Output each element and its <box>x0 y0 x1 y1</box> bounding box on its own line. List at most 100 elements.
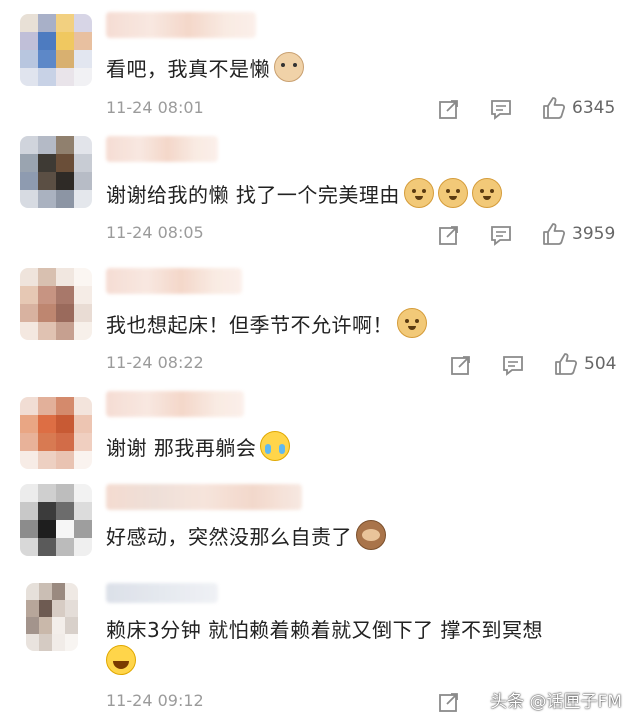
avatar-pixel <box>56 502 74 520</box>
avatar-pixel <box>74 172 92 190</box>
avatar-pixel <box>74 322 92 340</box>
share-icon[interactable] <box>438 224 460 246</box>
avatar-pixel <box>20 154 38 172</box>
avatar-pixel <box>56 538 74 556</box>
avatar[interactable] <box>20 14 92 86</box>
username-blurred[interactable] <box>106 391 244 417</box>
comment-item: 谢谢给我的懒 找了一个完美理由 11-24 08:05 3959 <box>0 130 640 260</box>
username-blurred[interactable] <box>106 583 218 603</box>
avatar-pixel <box>38 322 56 340</box>
avatar-pixel <box>74 304 92 322</box>
comment-time: 11-24 08:05 <box>106 223 204 242</box>
avatar-pixel <box>38 415 56 433</box>
comment-text: 我也想起床！但季节不允许啊！ <box>106 308 427 340</box>
avatar-pixel <box>56 32 74 50</box>
avatar-pixel <box>38 397 56 415</box>
comment-text-content: 看吧，我真不是懒 <box>106 57 270 81</box>
share-icon[interactable] <box>438 98 460 120</box>
avatar-pixel <box>56 68 74 86</box>
avatar[interactable] <box>20 484 92 556</box>
comment-text: 谢谢 那我再躺会 <box>106 431 291 463</box>
avatar-pixel <box>56 304 74 322</box>
avatar-pixel <box>74 136 92 154</box>
watermark: 头条 @话匣子FM <box>490 692 622 712</box>
comment-text: 赖床3分钟 就怕赖着赖着就又倒下了 撑不到冥想 <box>106 615 626 677</box>
comment-text: 谢谢给我的懒 找了一个完美理由 <box>106 178 502 210</box>
avatar-pixel <box>38 502 56 520</box>
avatar-pixel <box>20 433 38 451</box>
avatar-pixel <box>74 502 92 520</box>
avatar-pixel <box>56 172 74 190</box>
avatar-pixel <box>26 617 39 634</box>
avatar-pixel <box>52 600 65 617</box>
thumbs-up-icon[interactable] <box>542 222 566 246</box>
avatar[interactable] <box>26 583 78 651</box>
avatar-pixel <box>74 433 92 451</box>
comment-actions: 3959 <box>438 222 628 250</box>
dog-face-icon <box>437 178 468 208</box>
avatar-pixel <box>26 583 39 600</box>
avatar-pixel <box>56 433 74 451</box>
avatar-pixel <box>56 190 74 208</box>
avatar-pixel <box>74 286 92 304</box>
thumbs-up-icon[interactable] <box>542 96 566 120</box>
avatar-pixel <box>56 50 74 68</box>
avatar-pixel <box>74 14 92 32</box>
avatar-pixel <box>20 451 38 469</box>
comment-text-content: 谢谢 那我再躺会 <box>106 436 257 460</box>
avatar-pixel <box>56 415 74 433</box>
avatar-pixel <box>39 634 52 651</box>
avatar-pixel <box>74 451 92 469</box>
username-blurred[interactable] <box>106 484 302 510</box>
avatar-pixel <box>20 190 38 208</box>
avatar-pixel <box>38 190 56 208</box>
avatar[interactable] <box>20 136 92 208</box>
avatar[interactable] <box>20 397 92 469</box>
avatar-pixel <box>56 520 74 538</box>
avatar-pixel <box>26 600 39 617</box>
avatar-pixel <box>38 32 56 50</box>
comment-time: 11-24 08:01 <box>106 98 204 117</box>
share-icon[interactable] <box>450 354 472 376</box>
avatar-pixel <box>20 520 38 538</box>
comment-time: 11-24 08:22 <box>106 353 204 372</box>
share-icon[interactable] <box>438 691 460 713</box>
avatar-pixel <box>74 190 92 208</box>
username-blurred[interactable] <box>106 136 218 162</box>
avatar-pixel <box>56 136 74 154</box>
avatar-pixel <box>39 617 52 634</box>
comment-item: 谢谢 那我再躺会 <box>0 385 640 480</box>
avatar-pixel <box>74 68 92 86</box>
comment-time: 11-24 09:12 <box>106 691 204 710</box>
avatar-pixel <box>38 136 56 154</box>
thumbs-up-icon[interactable] <box>554 352 578 376</box>
comment-item: 好感动，突然没那么自责了 <box>0 480 640 575</box>
username-blurred[interactable] <box>106 268 242 294</box>
avatar-pixel <box>38 14 56 32</box>
avatar-pixel <box>74 484 92 502</box>
comment-icon[interactable] <box>490 98 512 120</box>
avatar-pixel <box>20 304 38 322</box>
avatar-pixel <box>26 634 39 651</box>
avatar-pixel <box>65 583 78 600</box>
comment-icon[interactable] <box>490 224 512 246</box>
comment-text: 好感动，突然没那么自责了 <box>106 520 386 552</box>
username-blurred[interactable] <box>106 12 256 38</box>
comment-actions: 504 <box>450 352 630 380</box>
avatar-pixel <box>39 583 52 600</box>
like-count: 3959 <box>572 224 616 244</box>
avatar-pixel <box>56 286 74 304</box>
comment-icon[interactable] <box>502 354 524 376</box>
see-no-evil-monkey-icon <box>356 520 386 550</box>
avatar-pixel <box>20 68 38 86</box>
avatar-pixel <box>38 154 56 172</box>
avatar-pixel <box>20 397 38 415</box>
avatar-pixel <box>74 397 92 415</box>
avatar[interactable] <box>20 268 92 340</box>
avatar-pixel <box>56 451 74 469</box>
avatar-pixel <box>74 50 92 68</box>
avatar-pixel <box>20 322 38 340</box>
avatar-pixel <box>38 451 56 469</box>
laughing-tears-face-icon <box>106 645 136 675</box>
dog-face-icon <box>397 308 427 338</box>
